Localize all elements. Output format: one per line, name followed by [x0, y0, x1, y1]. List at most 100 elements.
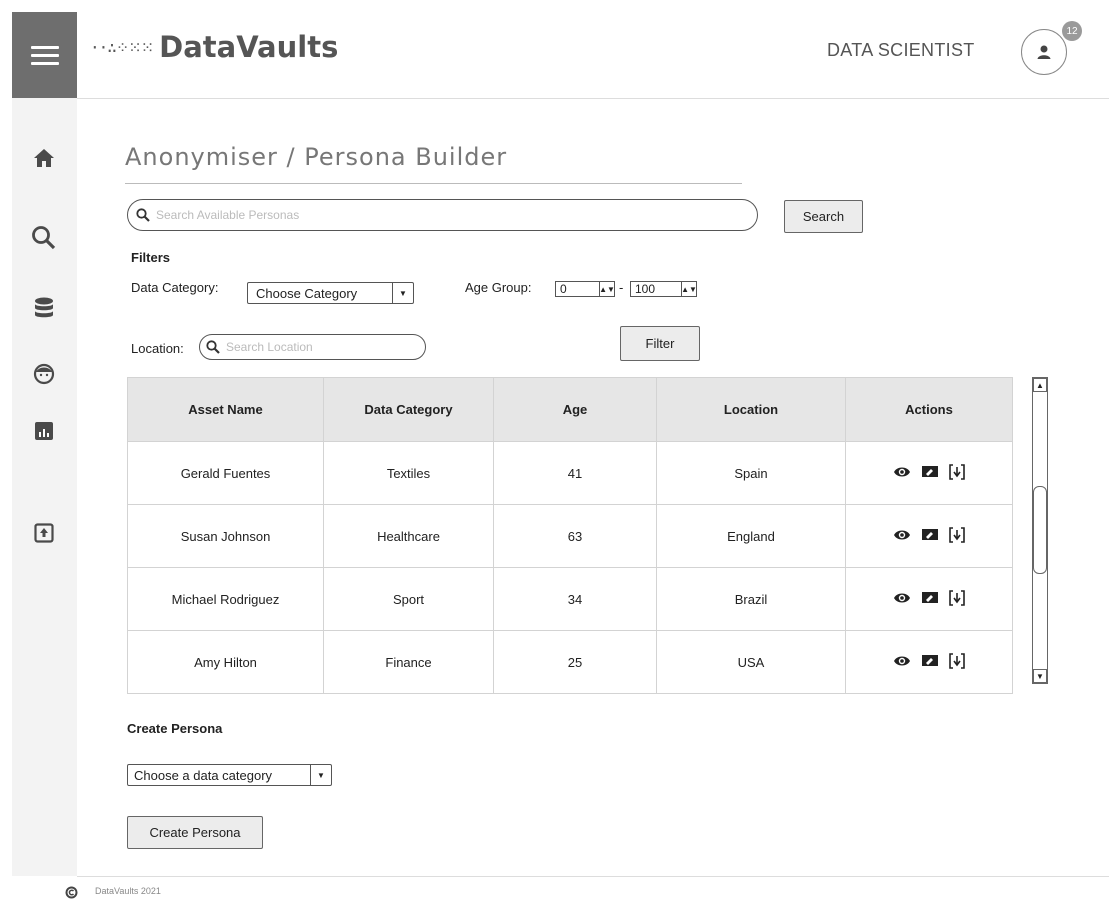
- create-category-select[interactable]: Choose a data category ▼: [127, 764, 332, 786]
- table-row[interactable]: Amy Hilton Finance 25 USA: [127, 630, 1013, 694]
- age-min-value: 0: [560, 282, 567, 296]
- cell-data-category: Healthcare: [323, 504, 494, 568]
- sidebar-item-analytics[interactable]: [26, 413, 62, 449]
- cell-asset-name: Amy Hilton: [127, 630, 324, 694]
- cell-location: England: [656, 504, 846, 568]
- cell-data-category: Textiles: [323, 441, 494, 505]
- scrollbar-thumb[interactable]: [1033, 486, 1047, 574]
- table-row[interactable]: Susan Johnson Healthcare 63 England: [127, 504, 1013, 568]
- age-max-value: 100: [635, 282, 656, 296]
- edit-icon[interactable]: [921, 528, 939, 545]
- age-min-stepper[interactable]: 0 ▲▼: [555, 281, 615, 297]
- filters-heading: Filters: [131, 250, 171, 265]
- personas-table: Asset Name Data Category Age Location Ac…: [127, 377, 1013, 694]
- create-category-value: Choose a data category: [134, 767, 273, 783]
- user-avatar-button[interactable]: [1021, 29, 1067, 75]
- header-divider: [77, 98, 1109, 99]
- create-persona-heading: Create Persona: [127, 721, 223, 736]
- age-group-label: Age Group:: [465, 280, 532, 295]
- search-icon: [206, 340, 220, 354]
- logo: ··∴⁘⁙⁙ DataVaults: [90, 30, 338, 64]
- footer-divider: [77, 876, 1109, 877]
- spin-arrows-icon: ▲▼: [681, 282, 697, 296]
- spin-arrows-icon: ▲▼: [599, 282, 615, 296]
- sidebar: [12, 98, 77, 876]
- column-header-data-category[interactable]: Data Category: [323, 377, 494, 442]
- copyright-icon: [65, 886, 78, 899]
- chevron-down-icon: ▼: [310, 765, 331, 785]
- location-label: Location:: [131, 341, 184, 356]
- cell-actions: [845, 504, 1013, 568]
- download-icon[interactable]: [949, 589, 965, 609]
- cell-actions: [845, 441, 1013, 505]
- persona-search-field[interactable]: [127, 199, 758, 231]
- filter-button[interactable]: Filter: [620, 326, 700, 361]
- cell-age: 41: [493, 441, 657, 505]
- search-icon: [136, 208, 150, 222]
- hamburger-icon: [30, 45, 59, 65]
- cell-data-category: Finance: [323, 630, 494, 694]
- edit-icon[interactable]: [921, 591, 939, 608]
- cell-age: 25: [493, 630, 657, 694]
- scroll-down-button[interactable]: ▼: [1033, 669, 1047, 683]
- cell-location: Spain: [656, 441, 846, 505]
- search-button[interactable]: Search: [784, 200, 863, 233]
- cell-asset-name: Gerald Fuentes: [127, 441, 324, 505]
- cell-data-category: Sport: [323, 567, 494, 631]
- sidebar-item-persona[interactable]: [26, 356, 62, 392]
- sidebar-item-upload[interactable]: [26, 515, 62, 551]
- download-icon[interactable]: [949, 463, 965, 483]
- download-icon[interactable]: [949, 526, 965, 546]
- persona-search-input[interactable]: [154, 207, 757, 223]
- view-icon[interactable]: [893, 528, 911, 545]
- view-icon[interactable]: [893, 465, 911, 482]
- database-icon: [35, 297, 53, 318]
- sidebar-item-home[interactable]: [26, 140, 62, 176]
- edit-icon[interactable]: [921, 654, 939, 671]
- location-search-input[interactable]: [224, 339, 425, 355]
- scroll-up-button[interactable]: ▲: [1033, 378, 1047, 392]
- create-persona-button[interactable]: Create Persona: [127, 816, 263, 849]
- column-header-location[interactable]: Location: [656, 377, 846, 442]
- footer-text: DataVaults 2021: [95, 886, 161, 896]
- age-separator: -: [619, 280, 624, 295]
- chevron-down-icon: ▼: [392, 283, 413, 303]
- upload-icon: [34, 523, 54, 543]
- cell-age: 34: [493, 567, 657, 631]
- notification-badge[interactable]: 12: [1062, 21, 1082, 41]
- view-icon[interactable]: [893, 654, 911, 671]
- cell-actions: [845, 567, 1013, 631]
- data-category-label: Data Category:: [131, 280, 219, 295]
- page-title: Anonymiser / Persona Builder: [125, 143, 508, 171]
- age-max-stepper[interactable]: 100 ▲▼: [630, 281, 697, 297]
- sidebar-item-database[interactable]: [26, 290, 62, 326]
- table-scrollbar[interactable]: ▲ ▼: [1032, 377, 1048, 684]
- download-icon[interactable]: [949, 652, 965, 672]
- search-icon: [32, 226, 56, 250]
- cell-asset-name: Michael Rodriguez: [127, 567, 324, 631]
- column-header-actions: Actions: [845, 377, 1013, 442]
- cell-age: 63: [493, 504, 657, 568]
- data-category-select[interactable]: Choose Category ▼: [247, 282, 414, 304]
- column-header-asset-name[interactable]: Asset Name: [127, 377, 324, 442]
- column-header-age[interactable]: Age: [493, 377, 657, 442]
- persona-face-icon: [33, 363, 55, 385]
- bar-chart-icon: [35, 422, 53, 440]
- cell-asset-name: Susan Johnson: [127, 504, 324, 568]
- table-row[interactable]: Michael Rodriguez Sport 34 Brazil: [127, 567, 1013, 631]
- view-icon[interactable]: [893, 591, 911, 608]
- cell-location: Brazil: [656, 567, 846, 631]
- logo-mark-icon: ··∴⁘⁙⁙: [90, 37, 154, 57]
- table-header-row: Asset Name Data Category Age Location Ac…: [127, 377, 1013, 442]
- menu-toggle-button[interactable]: [12, 12, 77, 98]
- edit-icon[interactable]: [921, 465, 939, 482]
- table-row[interactable]: Gerald Fuentes Textiles 41 Spain: [127, 441, 1013, 505]
- cell-location: USA: [656, 630, 846, 694]
- data-category-value: Choose Category: [256, 285, 358, 301]
- sidebar-item-search[interactable]: [26, 220, 62, 256]
- home-icon: [34, 149, 54, 167]
- location-search-field[interactable]: [199, 334, 426, 360]
- user-role: DATA SCIENTIST: [827, 40, 975, 60]
- logo-text: DataVaults: [159, 30, 339, 64]
- user-icon: [1037, 45, 1051, 59]
